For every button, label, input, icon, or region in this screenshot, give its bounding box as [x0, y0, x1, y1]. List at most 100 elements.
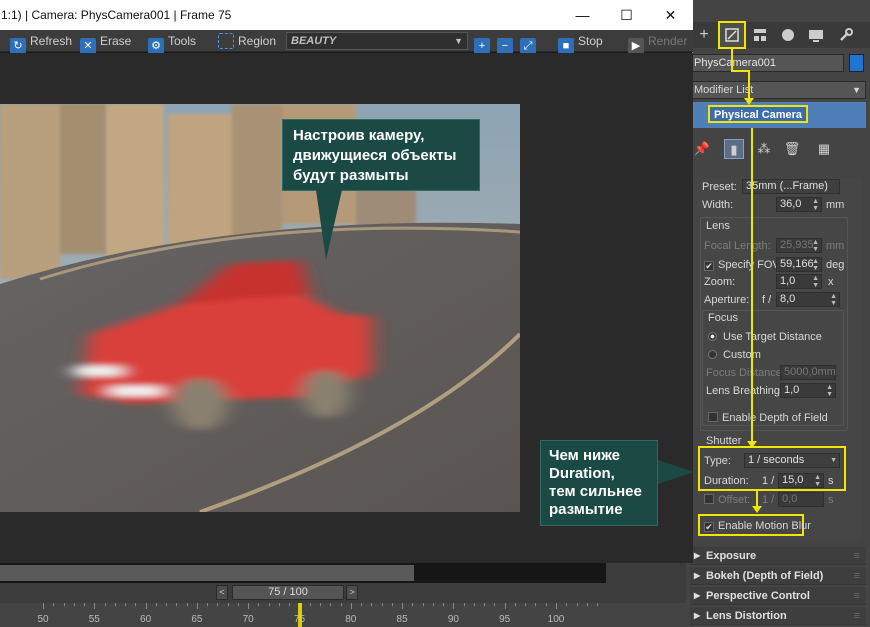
- render-channel-dropdown[interactable]: BEAUTY ▼: [286, 32, 468, 50]
- checkbox-checked-icon[interactable]: ✔: [704, 522, 714, 532]
- ruler-minor-tick: [361, 603, 363, 606]
- remove-modifier-trash-icon[interactable]: 🗑: [782, 139, 802, 159]
- shutter-type-dropdown[interactable]: 1 / seconds ▼: [744, 453, 840, 468]
- custom-label: Custom: [723, 349, 761, 361]
- offset-checkbox[interactable]: Offset:: [704, 492, 750, 508]
- command-panel: + PhysCamera001 Modifier List ▼ Physical…: [686, 0, 870, 627]
- radio-unselected-icon[interactable]: [708, 350, 717, 359]
- play-icon: ▶: [628, 38, 644, 54]
- spinner-arrows-icon[interactable]: ▲ ▼: [812, 198, 819, 212]
- focus-distance-spinner[interactable]: 5000,0mm: [780, 365, 836, 380]
- erase-icon: ✕: [80, 38, 96, 54]
- ruler-tick-label: 100: [547, 614, 565, 625]
- zoom-spinner[interactable]: 1,0 ▲ ▼: [776, 274, 822, 289]
- rollout-exposure[interactable]: ▶ Exposure ≡: [690, 547, 866, 565]
- rollout-perspective-control[interactable]: ▶ Perspective Control ≡: [690, 587, 866, 605]
- ruler-tick-label: 55: [88, 614, 100, 625]
- duration-value: 15,0: [782, 474, 804, 486]
- callout-bottom-line-2: Duration,: [549, 465, 615, 482]
- previous-frame-button[interactable]: <: [216, 585, 228, 600]
- spinner-arrows-icon[interactable]: ▲ ▼: [814, 474, 821, 488]
- region-button[interactable]: Region: [218, 32, 276, 50]
- preset-dropdown[interactable]: 35mm (...Frame): [742, 179, 840, 194]
- time-slider-track[interactable]: [0, 563, 606, 583]
- ruler-minor-tick: [155, 603, 157, 606]
- tools-button[interactable]: ⚙ Tools: [148, 32, 196, 54]
- checkbox-unchecked-icon[interactable]: [708, 412, 718, 422]
- modifier-list-label: Modifier List: [694, 84, 754, 96]
- frame-counter[interactable]: 75 / 100: [232, 585, 344, 600]
- erase-button[interactable]: ✕ Erase: [80, 32, 131, 54]
- pin-stack-icon[interactable]: 📌: [692, 139, 712, 159]
- zoom-in-icon[interactable]: +: [474, 32, 494, 54]
- refresh-button[interactable]: ↻ Refresh: [10, 32, 72, 54]
- duration-spinner[interactable]: 15,0 ▲ ▼: [778, 473, 824, 488]
- rollout-bokeh[interactable]: ▶ Bokeh (Depth of Field) ≡: [690, 567, 866, 585]
- modify-tab-icon[interactable]: [718, 21, 746, 49]
- minimize-button[interactable]: —: [560, 0, 605, 30]
- ruler-minor-tick: [63, 603, 65, 606]
- use-target-distance-radio[interactable]: Use Target Distance: [708, 329, 822, 345]
- modifier-list-dropdown[interactable]: Modifier List ▼: [690, 81, 866, 99]
- lens-breathing-spinner[interactable]: 1,0 ▲ ▼: [780, 383, 836, 398]
- enable-dof-checkbox[interactable]: Enable Depth of Field: [708, 410, 828, 426]
- next-frame-button[interactable]: >: [346, 585, 358, 600]
- spinner-arrows-icon[interactable]: ▲ ▼: [826, 384, 833, 398]
- create-tab-plus-icon[interactable]: +: [692, 23, 716, 47]
- spinner-arrows-icon[interactable]: ▲ ▼: [812, 239, 819, 253]
- specify-fov-checkbox[interactable]: ✔ Specify FOV:: [704, 257, 782, 273]
- zoom-fit-icon[interactable]: ⤢: [520, 32, 540, 54]
- ruler-minor-tick: [125, 603, 127, 606]
- offset-unit: s: [828, 494, 834, 506]
- fov-spinner[interactable]: 59,166 ▲ ▼: [776, 257, 822, 272]
- configure-modifier-sets-icon[interactable]: ▦: [814, 139, 834, 159]
- ruler-tick-label: 50: [37, 614, 49, 625]
- current-frame-cursor[interactable]: [297, 603, 302, 627]
- render-button[interactable]: ▶ Render: [628, 32, 687, 54]
- display-tab-icon[interactable]: [804, 23, 828, 47]
- callout-bottom-line-4: размытие: [549, 501, 623, 518]
- zoom-out-icon[interactable]: −: [497, 32, 517, 54]
- ruler-minor-tick: [114, 603, 116, 606]
- maximize-button[interactable]: ☐: [604, 0, 649, 30]
- callout-bottom-line-1: Чем ниже: [549, 447, 621, 464]
- lens-breathing-label: Lens Breathing:: [706, 385, 784, 397]
- rollout-lens-distortion[interactable]: ▶ Lens Distortion ≡: [690, 607, 866, 625]
- spinner-arrows-icon[interactable]: ▲ ▼: [812, 275, 819, 289]
- utilities-tab-wrench-icon[interactable]: [834, 23, 858, 47]
- refresh-icon: ↻: [10, 38, 26, 54]
- width-spinner[interactable]: 36,0 ▲ ▼: [776, 197, 822, 212]
- stop-button[interactable]: ■ Stop: [558, 32, 603, 54]
- checkbox-checked-icon[interactable]: ✔: [704, 261, 714, 271]
- spinner-arrows-icon[interactable]: ▲ ▼: [812, 258, 819, 272]
- object-color-swatch[interactable]: [849, 54, 864, 72]
- ruler-minor-tick: [145, 603, 147, 606]
- offset-spinner[interactable]: 0,0: [778, 492, 824, 507]
- close-button[interactable]: ✕: [648, 0, 693, 30]
- ruler-minor-tick: [556, 603, 557, 606]
- ruler-minor-tick: [196, 603, 198, 606]
- aperture-spinner[interactable]: 8,0 ▲ ▼: [776, 292, 840, 307]
- focal-length-spinner[interactable]: 25,935 ▲ ▼: [776, 238, 822, 253]
- stack-item-physical-camera[interactable]: Physical Camera: [708, 105, 809, 123]
- show-end-result-icon[interactable]: ▮: [724, 139, 744, 159]
- duration-prefix: 1 /: [762, 475, 775, 487]
- checkbox-unchecked-icon[interactable]: [704, 494, 714, 504]
- motion-tab-icon[interactable]: [776, 23, 800, 47]
- hierarchy-tab-icon[interactable]: [748, 23, 772, 47]
- width-label: Width:: [702, 199, 734, 211]
- grip-icon: ≡: [853, 590, 860, 602]
- focal-length-label: Focal Length:: [704, 240, 771, 252]
- zoom-unit: x: [828, 276, 834, 288]
- object-name-field[interactable]: PhysCamera001: [690, 54, 844, 72]
- callout-top-line-2: движущиеся объекты: [293, 147, 457, 164]
- connector-line: [748, 70, 750, 100]
- width-unit: mm: [826, 199, 845, 211]
- ruler-minor-tick: [320, 603, 322, 606]
- radio-selected-icon[interactable]: [708, 332, 717, 341]
- enable-motion-blur-checkbox[interactable]: ✔ Enable Motion Blur: [704, 518, 811, 534]
- spinner-arrows-icon[interactable]: ▲ ▼: [830, 293, 837, 307]
- timeline-ruler[interactable]: 50556065707580859095100: [0, 603, 686, 627]
- make-unique-icon[interactable]: ⁂: [754, 139, 774, 159]
- aperture-label: Aperture:: [704, 294, 750, 306]
